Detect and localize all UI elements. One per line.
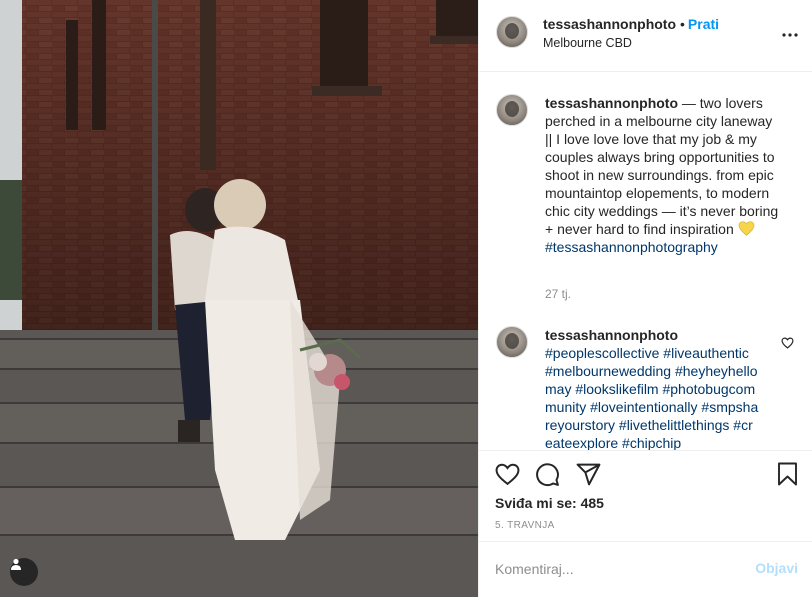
separator-dot: • — [680, 16, 685, 32]
yellow-heart-icon — [738, 221, 754, 236]
heart-outline-icon — [495, 463, 519, 485]
post-comment-button[interactable]: Objavi — [755, 560, 798, 576]
heart-outline-icon — [781, 337, 794, 349]
post-sidebar: tessashannonphoto • Prati Melbourne CBD te… — [478, 0, 812, 597]
user-tag-button[interactable] — [10, 558, 38, 586]
ellipsis-icon — [782, 33, 798, 37]
location-link[interactable]: Melbourne CBD — [543, 36, 632, 50]
comment-input[interactable] — [495, 559, 745, 579]
header-user-line: tessashannonphoto • Prati — [543, 16, 719, 32]
caption-timestamp[interactable]: 27 tj. — [545, 287, 571, 301]
caption-avatar[interactable] — [496, 94, 528, 126]
post-photo[interactable] — [0, 0, 478, 597]
caption-hashtag-link[interactable]: #tessashannonphotography — [545, 239, 718, 255]
post-photo-scene — [0, 0, 478, 597]
post-actions: Sviđa mi se: 485 5. TRAVNJA — [479, 450, 812, 542]
comment-hashtags[interactable]: #peoplescollective #liveauthentic #melbo… — [545, 345, 758, 450]
like-button[interactable] — [494, 461, 520, 487]
share-button[interactable] — [575, 461, 601, 487]
comment-form: Objavi — [479, 542, 812, 597]
caption-body: tessashannonphoto — two lovers perched i… — [545, 94, 783, 256]
author-avatar[interactable] — [496, 16, 528, 48]
more-options-button[interactable] — [781, 26, 799, 44]
author-username[interactable]: tessashannonphoto — [543, 16, 676, 32]
comment-like-button[interactable] — [781, 336, 795, 350]
post-date[interactable]: 5. TRAVNJA — [495, 520, 555, 531]
comment-username[interactable]: tessashannonphoto — [545, 327, 678, 343]
save-button[interactable] — [774, 461, 800, 487]
comment-body: tessashannonphoto #peoplescollective #li… — [545, 326, 759, 450]
post-header: tessashannonphoto • Prati Melbourne CBD — [479, 0, 812, 72]
speech-bubble-icon — [535, 462, 559, 486]
comment-item: tessashannonphoto #peoplescollective #li… — [495, 326, 795, 450]
likes-count[interactable]: Sviđa mi se: 485 — [495, 495, 604, 511]
paper-plane-icon — [576, 463, 600, 485]
caption-comment: tessashannonphoto — two lovers perched i… — [495, 94, 795, 334]
caption-text: — two lovers perched in a melbourne city… — [545, 95, 779, 237]
comments-list[interactable]: tessashannonphoto — two lovers perched i… — [479, 72, 812, 450]
caption-username[interactable]: tessashannonphoto — [545, 95, 678, 111]
bookmark-icon — [777, 462, 797, 486]
comment-button[interactable] — [534, 461, 560, 487]
comment-avatar[interactable] — [496, 326, 528, 358]
follow-button[interactable]: Prati — [688, 16, 719, 32]
user-tag-icon — [11, 558, 21, 570]
